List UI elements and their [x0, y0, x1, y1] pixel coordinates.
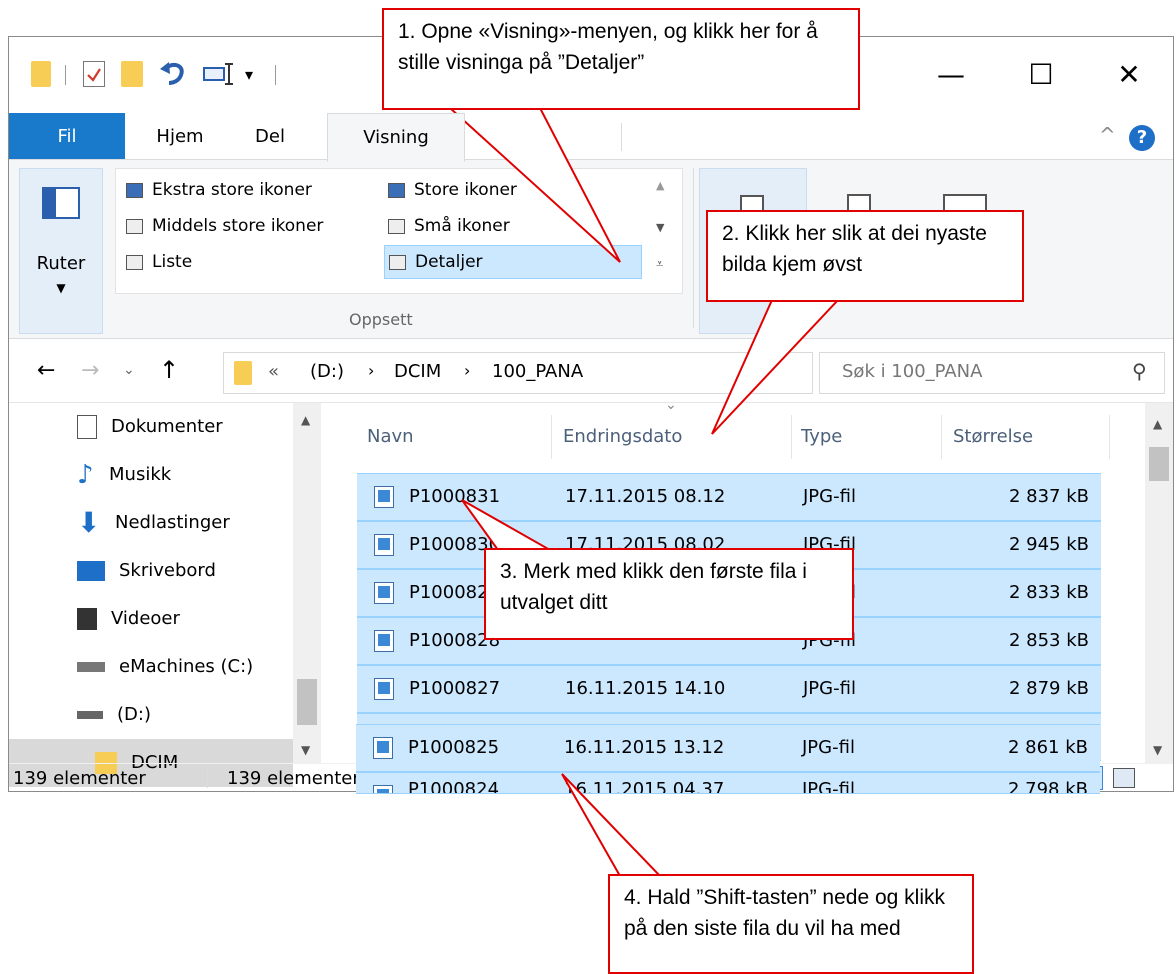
- tab-visning[interactable]: Visning: [327, 113, 465, 162]
- callout-3: 3. Merk med klikk den første fila i utva…: [484, 548, 854, 640]
- callout-arrows: [447, 107, 841, 877]
- arrow-callout-1: [447, 107, 621, 263]
- callout-2: 2. Klikk her slik at dei nyaste bilda kj…: [706, 210, 1024, 302]
- arrow-callout-4: [561, 773, 663, 877]
- arrow-callout-3: [461, 499, 554, 551]
- callout-4: 4. Hald ”Shift-tasten” nede og klikk på …: [608, 874, 974, 974]
- callout-1: 1. Opne «Visning»-menyen, og klikk her f…: [382, 8, 860, 110]
- arrow-callout-2: [711, 299, 841, 435]
